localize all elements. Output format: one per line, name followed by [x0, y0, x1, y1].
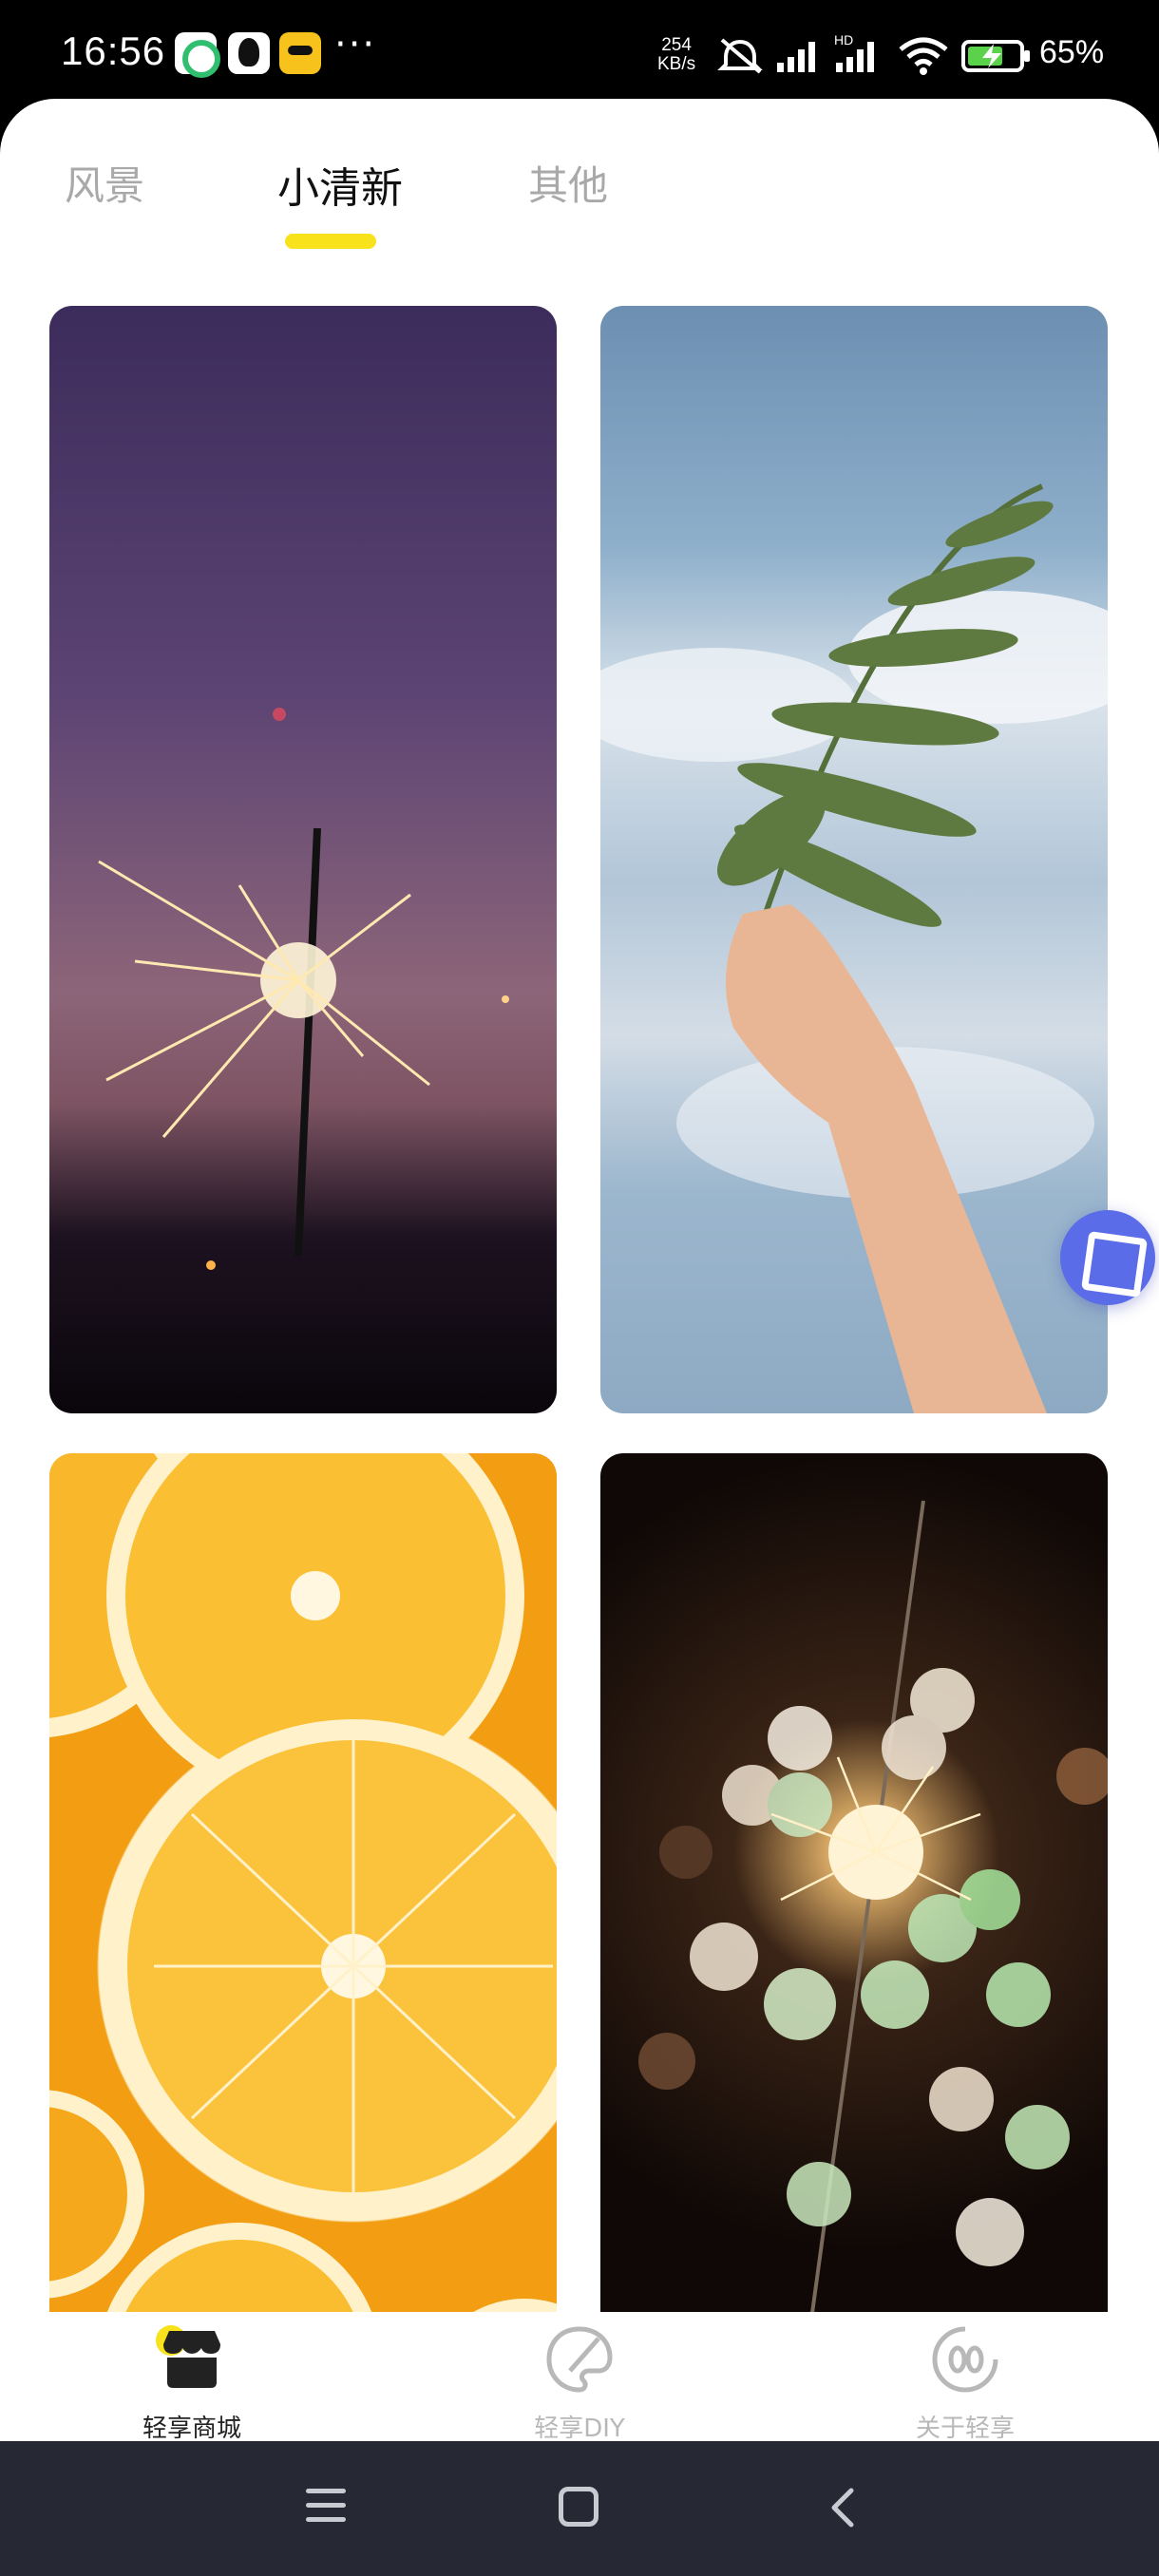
- status-time: 16:56: [61, 28, 166, 73]
- network-speed-value: 254: [661, 35, 692, 55]
- more-notifications-icon: ···: [334, 23, 377, 66]
- nav-about-label: 关于轻享: [915, 2415, 1015, 2443]
- system-nav-bar: [0, 2441, 1159, 2576]
- wechat-style-app-icon: [175, 32, 220, 78]
- nav-shop-label: 轻享商城: [142, 2415, 241, 2443]
- sparkler-bokeh-image: [638, 1500, 1108, 2404]
- signal-icon-1: [777, 42, 815, 72]
- floating-cube-button[interactable]: [1060, 1210, 1155, 1305]
- tab-scenery[interactable]: 风景: [65, 154, 144, 212]
- mute-icon: [717, 38, 763, 74]
- about-face-icon: [932, 2326, 998, 2393]
- nav-diy-label: 轻享DIY: [534, 2415, 625, 2443]
- recent-apps-icon[interactable]: [306, 2485, 346, 2527]
- bottom-tab-bar: 轻享商城 轻享DIY 关于轻享: [0, 2312, 1159, 2443]
- tab-fresh[interactable]: 小清新: [277, 154, 403, 215]
- battery-percent: 65%: [1039, 34, 1105, 70]
- wallpaper-card-orange[interactable]: [49, 1453, 557, 2441]
- fern-image: [600, 483, 1108, 1413]
- back-icon[interactable]: [823, 2485, 864, 2530]
- paint-palette-icon: [546, 2326, 613, 2393]
- wallpaper-card-fern[interactable]: [600, 306, 1108, 1413]
- battery-charging-icon: [961, 40, 1030, 72]
- yellow-app-icon: [279, 32, 321, 74]
- wallpaper-card-bokeh[interactable]: [600, 1453, 1108, 2441]
- home-icon[interactable]: [559, 2487, 598, 2527]
- sparkler-dusk-image: [98, 708, 509, 1270]
- nav-shop[interactable]: 轻享商城: [78, 2312, 306, 2443]
- network-speed-unit: KB/s: [657, 54, 696, 74]
- nav-diy[interactable]: 轻享DIY: [466, 2312, 694, 2443]
- wallpaper-card-sparkler-dusk[interactable]: [49, 306, 557, 1413]
- selected-tab-highlight: [285, 234, 376, 249]
- category-tabs: 风景 小清新 其他: [0, 154, 1159, 249]
- shop-icon: [156, 2325, 220, 2388]
- signal-icon-2: [836, 42, 874, 72]
- wifi-icon: [899, 37, 948, 75]
- network-speed: 254 KB/s: [657, 36, 695, 74]
- orange-slices-image: [49, 1453, 557, 2441]
- tab-other[interactable]: 其他: [528, 154, 608, 212]
- nav-about[interactable]: 关于轻享: [851, 2312, 1079, 2443]
- qq-penguin-icon: [228, 32, 270, 74]
- main-content: 风景 小清新 其他: [0, 99, 1159, 2441]
- status-bar: 16:56 ··· 254 KB/s HD 65%: [0, 0, 1159, 104]
